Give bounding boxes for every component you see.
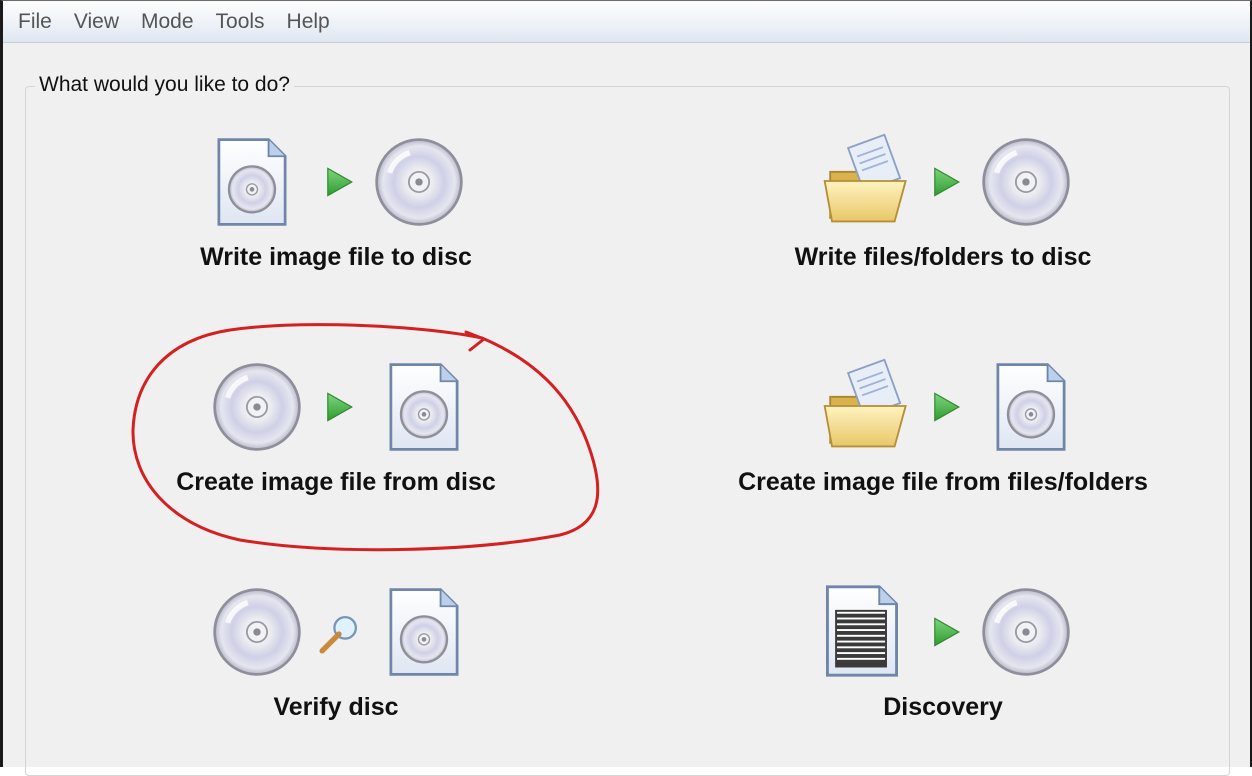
menu-view[interactable]: View: [63, 1, 130, 43]
discovery-button[interactable]: Discovery: [693, 581, 1193, 751]
play-arrow-icon: [323, 166, 355, 198]
menu-mode[interactable]: Mode: [130, 1, 205, 43]
create-image-from-disc-button[interactable]: Create image file from disc: [86, 356, 586, 526]
create-image-from-files-folders-button[interactable]: Create image file from files/folders: [693, 356, 1193, 526]
folder-icon: [821, 133, 913, 229]
task-icons: [86, 356, 586, 456]
task-label: Write files/folders to disc: [794, 243, 1092, 271]
disc-icon: [980, 586, 1072, 678]
task-icons: [693, 131, 1193, 231]
task-label: Verify disc: [273, 693, 399, 721]
app-window: File View Mode Tools Help What would you…: [0, 0, 1252, 776]
verify-disc-button[interactable]: Verify disc: [86, 581, 586, 751]
task-label: Create image file from files/folders: [738, 468, 1148, 496]
image-file-icon: [386, 586, 462, 678]
task-label: Create image file from disc: [176, 468, 496, 496]
magnifier-icon: [316, 611, 362, 657]
disc-icon: [373, 136, 465, 228]
disc-icon: [980, 136, 1072, 228]
image-file-icon: [386, 361, 462, 453]
task-icons: [86, 581, 586, 681]
menu-tools[interactable]: Tools: [205, 1, 276, 43]
task-label: Discovery: [883, 693, 1003, 721]
disc-icon: [211, 586, 303, 678]
task-label: Write image file to disc: [200, 243, 472, 271]
play-arrow-icon: [323, 391, 355, 423]
write-files-folders-to-disc-button[interactable]: Write files/folders to disc: [693, 131, 1193, 301]
data-file-icon: [823, 583, 901, 679]
image-file-icon: [214, 136, 290, 228]
menu-help[interactable]: Help: [276, 1, 341, 43]
disc-icon: [211, 361, 303, 453]
menu-file[interactable]: File: [7, 1, 63, 43]
play-arrow-icon: [930, 166, 962, 198]
folder-icon: [821, 358, 913, 454]
menu-bar: File View Mode Tools Help: [3, 1, 1250, 43]
play-arrow-icon: [930, 391, 962, 423]
group-title: What would you like to do?: [35, 73, 294, 97]
write-image-to-disc-button[interactable]: Write image file to disc: [86, 131, 586, 301]
image-file-icon: [993, 361, 1069, 453]
task-icons: [693, 356, 1193, 456]
task-icons: [693, 581, 1193, 681]
task-icons: [86, 131, 586, 231]
play-arrow-icon: [930, 616, 962, 648]
